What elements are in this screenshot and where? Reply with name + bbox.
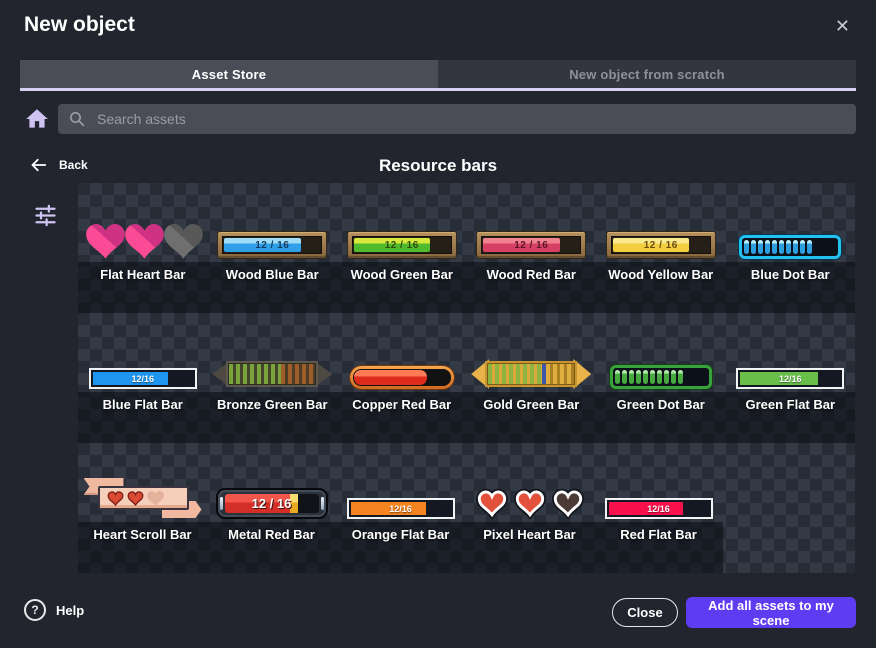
dialog-title: New object: [24, 13, 135, 37]
help-label: Help: [56, 603, 84, 618]
help-icon: ?: [24, 599, 46, 621]
asset-row-1: Flat Heart Bar 12 / 16 Wood Blue Bar 12 …: [78, 183, 855, 313]
tab-bar: Asset StoreNew object from scratch: [20, 60, 856, 91]
home-button[interactable]: [24, 106, 50, 132]
asset-card-flat-heart-bar[interactable]: Flat Heart Bar: [78, 183, 208, 313]
asset-label: Green Dot Bar: [596, 392, 726, 443]
asset-label: Pixel Heart Bar: [465, 522, 594, 573]
asset-label: Red Flat Bar: [594, 522, 723, 573]
asset-card-gold-green-bar[interactable]: Gold Green Bar: [467, 313, 597, 443]
close-icon[interactable]: ✕: [835, 17, 850, 35]
asset-label: Blue Flat Bar: [78, 392, 208, 443]
home-icon: [24, 119, 50, 136]
asset-row-2: 12/16 Blue Flat Bar Bronze Green Bar Cop…: [78, 313, 855, 443]
asset-card-red-flat-bar[interactable]: 12/16 Red Flat Bar: [594, 443, 723, 573]
asset-card-heart-scroll-bar[interactable]: Heart Scroll Bar: [78, 443, 207, 573]
asset-thumbnail: 12 / 16: [337, 183, 467, 262]
asset-card-wood-yellow-bar[interactable]: 12 / 16 Wood Yellow Bar: [596, 183, 726, 313]
asset-thumbnail: 12/16: [726, 313, 856, 392]
asset-thumbnail: 12/16: [78, 313, 208, 392]
asset-thumbnail: 12 / 16: [208, 183, 338, 262]
asset-card-blue-flat-bar[interactable]: 12/16 Blue Flat Bar: [78, 313, 208, 443]
asset-thumbnail: 12 / 16: [207, 443, 336, 522]
asset-thumbnail: [78, 183, 208, 262]
asset-card-orange-flat-bar[interactable]: 12/16 Orange Flat Bar: [336, 443, 465, 573]
asset-card-bronze-green-bar[interactable]: Bronze Green Bar: [208, 313, 338, 443]
asset-card-green-flat-bar[interactable]: 12/16 Green Flat Bar: [726, 313, 856, 443]
asset-label: Bronze Green Bar: [208, 392, 338, 443]
asset-label: Flat Heart Bar: [78, 262, 208, 313]
asset-thumbnail: 12 / 16: [596, 183, 726, 262]
asset-label: Metal Red Bar: [207, 522, 336, 573]
asset-thumbnail: [467, 313, 597, 392]
back-button[interactable]: Back: [28, 156, 88, 174]
asset-row-3: Heart Scroll Bar 12 / 16 Metal Red Bar 1…: [78, 443, 855, 573]
add-all-assets-button[interactable]: Add all assets to my scene: [686, 597, 856, 628]
asset-thumbnail: [208, 313, 338, 392]
search-input[interactable]: [95, 110, 846, 128]
asset-card-green-dot-bar[interactable]: Green Dot Bar: [596, 313, 726, 443]
search-icon: [68, 110, 86, 128]
asset-thumbnail: [78, 443, 207, 522]
asset-grid: Flat Heart Bar 12 / 16 Wood Blue Bar 12 …: [78, 183, 855, 573]
asset-thumbnail: [465, 443, 594, 522]
category-heading: Resource bars: [0, 156, 876, 176]
back-label: Back: [59, 158, 88, 172]
asset-thumbnail: [726, 183, 856, 262]
asset-label: Green Flat Bar: [726, 392, 856, 443]
asset-thumbnail: 12/16: [336, 443, 465, 522]
new-object-dialog: New object ✕ Asset StoreNew object from …: [0, 0, 876, 648]
asset-label: Wood Yellow Bar: [596, 262, 726, 313]
asset-label: Wood Blue Bar: [208, 262, 338, 313]
asset-card-metal-red-bar[interactable]: 12 / 16 Metal Red Bar: [207, 443, 336, 573]
asset-label: Heart Scroll Bar: [78, 522, 207, 573]
close-button[interactable]: Close: [612, 598, 678, 627]
asset-thumbnail: 12/16: [594, 443, 723, 522]
asset-label: Blue Dot Bar: [726, 262, 856, 313]
asset-card-wood-red-bar[interactable]: 12 / 16 Wood Red Bar: [467, 183, 597, 313]
search-box: [58, 104, 856, 134]
asset-card-wood-green-bar[interactable]: 12 / 16 Wood Green Bar: [337, 183, 467, 313]
asset-card-copper-red-bar[interactable]: Copper Red Bar: [337, 313, 467, 443]
asset-label: Copper Red Bar: [337, 392, 467, 443]
asset-label: Wood Red Bar: [467, 262, 597, 313]
asset-label: Wood Green Bar: [337, 262, 467, 313]
asset-card-pixel-heart-bar[interactable]: Pixel Heart Bar: [465, 443, 594, 573]
asset-label: Orange Flat Bar: [336, 522, 465, 573]
asset-thumbnail: [337, 313, 467, 392]
asset-label: Gold Green Bar: [467, 392, 597, 443]
filter-icon: [32, 216, 59, 233]
asset-thumbnail: [596, 313, 726, 392]
asset-thumbnail: 12 / 16: [467, 183, 597, 262]
tab-asset-store[interactable]: Asset Store: [20, 60, 438, 88]
back-arrow-icon: [28, 156, 49, 174]
asset-card-wood-blue-bar[interactable]: 12 / 16 Wood Blue Bar: [208, 183, 338, 313]
tab-new-object-from-scratch[interactable]: New object from scratch: [438, 60, 856, 88]
asset-card-blue-dot-bar[interactable]: Blue Dot Bar: [726, 183, 856, 313]
help-button[interactable]: ? Help: [24, 599, 84, 621]
filter-button[interactable]: [32, 202, 59, 229]
